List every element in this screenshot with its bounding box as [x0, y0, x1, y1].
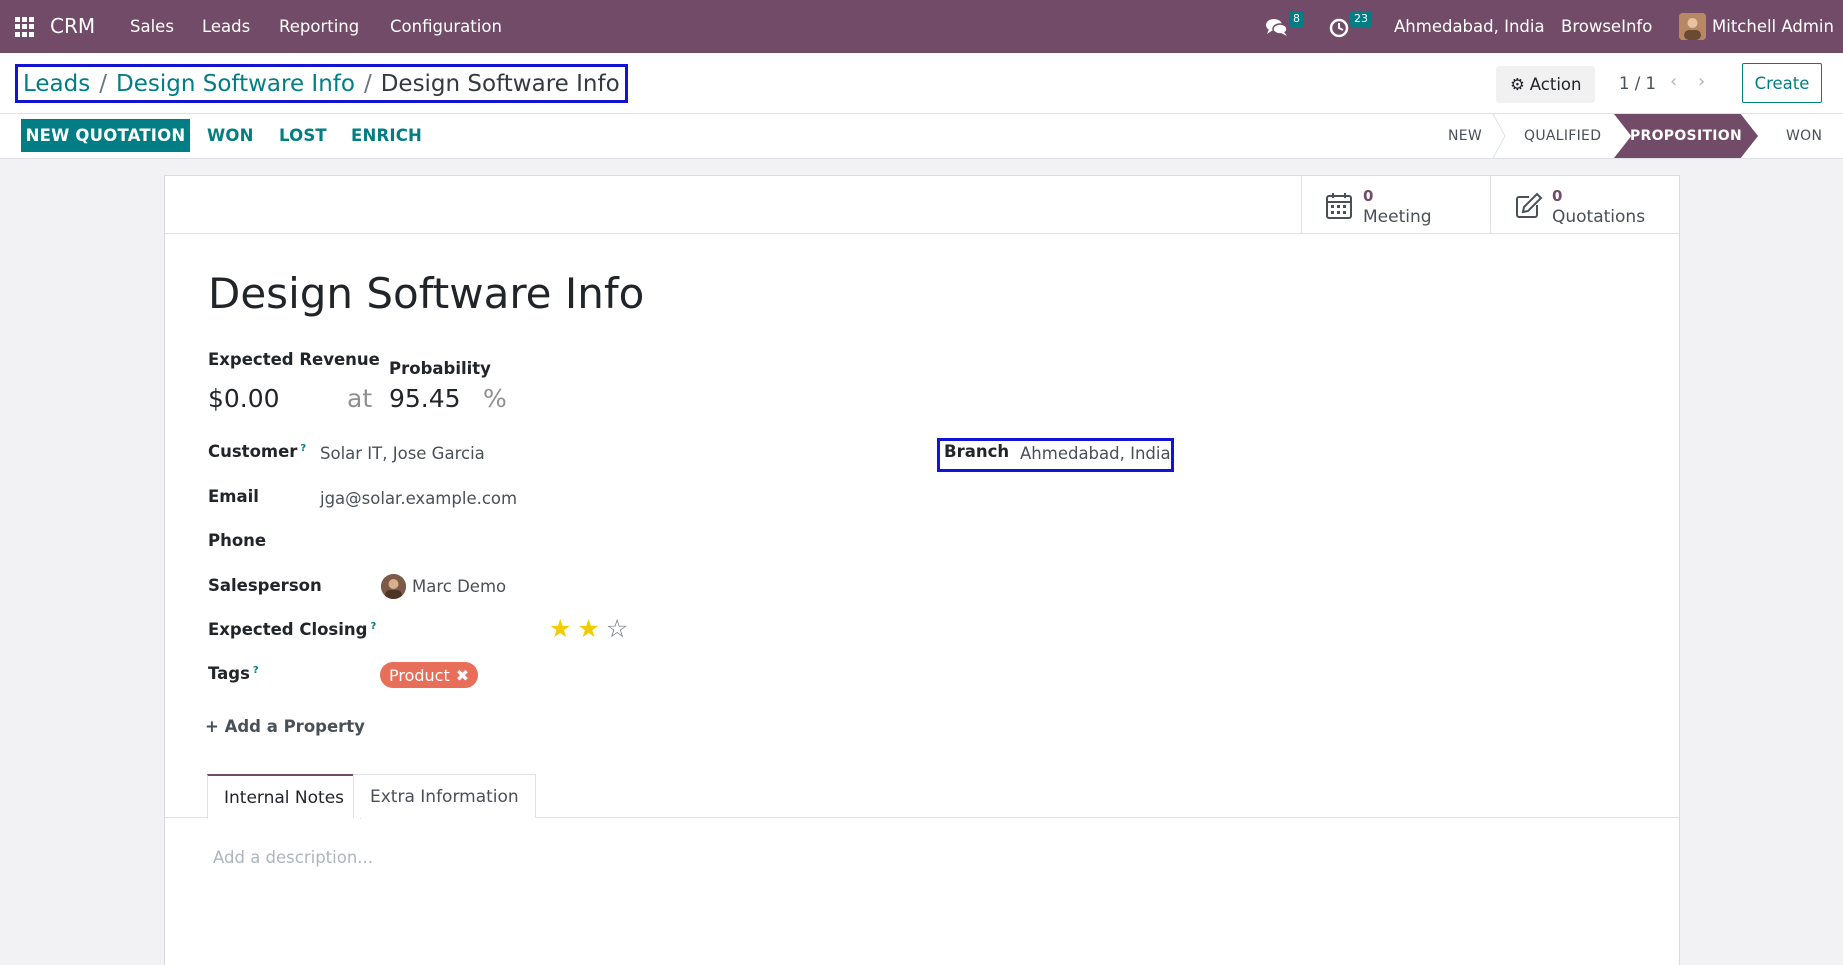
breadcrumb-leads[interactable]: Leads — [23, 71, 90, 97]
add-property-button[interactable]: + Add a Property — [205, 717, 365, 736]
menu-sales[interactable]: Sales — [130, 17, 174, 36]
stage-separator — [1492, 114, 1506, 158]
breadcrumb-separator: / — [363, 70, 372, 97]
messages-badge: 8 — [1289, 11, 1304, 27]
breadcrumb-parent-record[interactable]: Design Software Info — [116, 71, 355, 97]
stage-qualified[interactable]: QUALIFIED — [1524, 114, 1601, 158]
plus-icon: + — [205, 717, 219, 736]
apps-menu-icon[interactable] — [15, 17, 35, 37]
salesperson-label: Salesperson — [208, 576, 322, 595]
action-label: Action — [1529, 75, 1582, 94]
lead-title[interactable]: Design Software Info — [208, 269, 644, 318]
won-button[interactable]: WON — [207, 119, 254, 152]
expected-revenue-label: Expected Revenue — [208, 350, 380, 369]
quotations-count: 0 — [1552, 187, 1563, 205]
help-marker: ? — [252, 664, 259, 676]
app-name[interactable]: CRM — [50, 14, 95, 38]
enrich-button[interactable]: ENRICH — [351, 119, 422, 152]
description-input[interactable]: Add a description... — [213, 848, 373, 867]
remove-tag-icon[interactable]: ✖ — [456, 666, 469, 685]
gear-icon: ⚙ — [1510, 75, 1525, 94]
help-marker: ? — [370, 620, 377, 632]
notebook-tabs: Internal Notes Extra Information — [165, 774, 1679, 819]
stage-proposition[interactable]: PROPOSITION — [1614, 114, 1758, 158]
form-sheet: 0 Meeting 0 Quotations Design Software I… — [164, 175, 1680, 965]
tag-badge[interactable]: Product ✖ — [380, 662, 479, 688]
calendar-icon — [1326, 193, 1352, 219]
pager-value[interactable]: 1 / 1 — [1619, 74, 1656, 93]
tag-label: Product — [389, 665, 450, 685]
email-field[interactable]: jga@solar.example.com — [320, 489, 517, 508]
quotations-smart-button[interactable]: 0 Quotations — [1490, 176, 1680, 234]
user-name[interactable]: Mitchell Admin — [1712, 17, 1834, 36]
menu-reporting[interactable]: Reporting — [279, 17, 359, 36]
company-switcher[interactable]: Ahmedabad, India — [1394, 17, 1545, 36]
stage-new[interactable]: NEW — [1448, 114, 1482, 158]
tags-label: Tags? — [208, 664, 259, 683]
breadcrumb-separator: / — [99, 70, 107, 97]
tab-extra-information[interactable]: Extra Information — [353, 774, 536, 818]
expected-closing-label: Expected Closing? — [208, 620, 377, 639]
star-filled-icon[interactable]: ★ — [549, 615, 571, 643]
action-button[interactable]: ⚙ Action — [1496, 66, 1596, 103]
breadcrumb-current: Design Software Info — [380, 70, 620, 97]
at-label: at — [347, 384, 373, 413]
email-label: Email — [208, 487, 259, 506]
messages-icon[interactable] — [1265, 16, 1289, 38]
meeting-count: 0 — [1363, 187, 1374, 205]
new-quotation-button[interactable]: NEW QUOTATION — [21, 119, 190, 152]
activities-badge: 23 — [1350, 11, 1372, 27]
salesperson-avatar — [381, 574, 406, 599]
breadcrumb: Leads / Design Software Info / Design So… — [15, 64, 628, 103]
meeting-label: Meeting — [1363, 207, 1432, 227]
user-avatar[interactable] — [1679, 13, 1706, 40]
salesperson-field[interactable]: Marc Demo — [412, 577, 506, 596]
customer-field[interactable]: Solar IT, Jose Garcia — [320, 444, 485, 463]
top-navbar: CRM Sales Leads Reporting Configuration … — [0, 0, 1843, 53]
probability-label: Probability — [389, 359, 491, 378]
pencil-square-icon — [1516, 192, 1543, 218]
customer-label: Customer? — [208, 442, 307, 461]
lost-button[interactable]: LOST — [279, 119, 327, 152]
meeting-smart-button[interactable]: 0 Meeting — [1301, 176, 1491, 234]
star-filled-icon[interactable]: ★ — [577, 615, 599, 643]
control-panel: Leads / Design Software Info / Design So… — [0, 53, 1843, 114]
branch-company[interactable]: BrowseInfo — [1561, 17, 1652, 36]
pager-previous-icon[interactable]: ‹ — [1670, 71, 1677, 92]
probability-field[interactable]: 95.45 — [389, 384, 461, 413]
star-empty-icon[interactable]: ☆ — [606, 615, 628, 643]
status-bar: NEW QUOTATION WON LOST ENRICH NEW QUALIF… — [0, 114, 1843, 159]
pager-next-icon[interactable]: › — [1698, 71, 1705, 92]
smart-button-box: 0 Meeting 0 Quotations — [165, 176, 1679, 234]
activities-clock-icon[interactable] — [1328, 16, 1352, 38]
menu-configuration[interactable]: Configuration — [390, 17, 502, 36]
help-marker: ? — [300, 442, 307, 454]
tab-internal-notes[interactable]: Internal Notes — [207, 774, 362, 819]
menu-leads[interactable]: Leads — [202, 17, 250, 36]
priority-stars[interactable]: ★ ★ ☆ — [549, 615, 628, 643]
create-button[interactable]: Create — [1742, 63, 1822, 103]
stage-won[interactable]: WON — [1786, 114, 1822, 158]
expected-revenue-field[interactable]: $0.00 — [208, 384, 280, 413]
branch-highlight-box — [937, 438, 1174, 472]
percent-sign: % — [483, 384, 507, 413]
phone-label: Phone — [208, 531, 267, 550]
quotations-label: Quotations — [1552, 207, 1646, 227]
